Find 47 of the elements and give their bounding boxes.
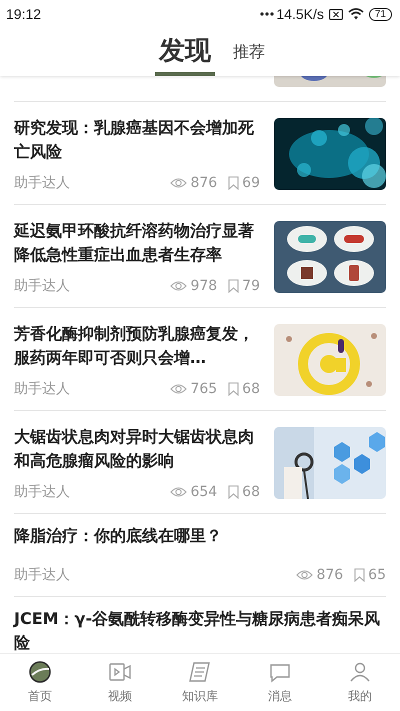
bookmark-count: 65 bbox=[368, 567, 386, 583]
book-icon[interactable] bbox=[188, 660, 212, 684]
no-sim-icon bbox=[328, 8, 343, 20]
tab[interactable]: 推荐 bbox=[233, 28, 265, 76]
bookmark-count: 68 bbox=[242, 484, 260, 500]
view-count: 876 bbox=[316, 567, 344, 583]
view-count: 876 bbox=[190, 175, 218, 191]
author-name: 助手达人 bbox=[14, 380, 70, 398]
bookmark-count: 69 bbox=[242, 175, 260, 191]
bookmark-icon bbox=[228, 485, 240, 499]
view-count: 978 bbox=[190, 278, 218, 294]
bookmark-icon bbox=[228, 382, 240, 396]
network-speed: 14.5K/s bbox=[276, 6, 324, 22]
person-icon[interactable] bbox=[348, 660, 372, 684]
tab[interactable]: 发现 bbox=[155, 28, 215, 76]
eye-icon bbox=[170, 280, 188, 292]
bookmark-icon bbox=[228, 176, 240, 190]
nav-label[interactable]: 知识库 bbox=[182, 688, 218, 705]
author-name: 助手达人 bbox=[14, 277, 70, 295]
bookmark-count: 79 bbox=[242, 278, 260, 294]
nav-label[interactable]: 消息 bbox=[268, 688, 292, 705]
battery-indicator: 71 bbox=[368, 8, 392, 20]
article-title[interactable]: 大锯齿状息肉对异时大锯齿状息肉和高危腺瘤风险的影响 bbox=[14, 425, 260, 473]
eye-icon bbox=[170, 486, 188, 498]
wifi-icon bbox=[348, 8, 364, 20]
author-name: 助手达人 bbox=[14, 566, 70, 584]
nav-label[interactable]: 首页 bbox=[28, 688, 52, 705]
eye-icon bbox=[170, 177, 188, 189]
article-title[interactable]: 研究发现：乳腺癌基因不会增加死亡风险 bbox=[14, 116, 260, 164]
status-time: 19:12 bbox=[6, 6, 42, 22]
article-title[interactable]: 延迟氨甲环酸抗纤溶药物治疗显著降低急性重症出血患者生存率 bbox=[14, 219, 260, 267]
eye-icon bbox=[170, 383, 188, 395]
article-title[interactable]: 芳香化酶抑制剂预防乳腺癌复发，服药两年即可否则只会增… bbox=[14, 322, 260, 370]
planet-icon[interactable] bbox=[28, 660, 52, 684]
author-name: 助手达人 bbox=[14, 483, 70, 501]
article-title[interactable]: JCEM：γ-谷氨酰转移酶变异性与糖尿病患者痴呆风险 bbox=[14, 607, 386, 653]
nav-label[interactable]: 视频 bbox=[108, 688, 132, 705]
eye-icon bbox=[296, 569, 314, 581]
bookmark-icon bbox=[354, 568, 366, 582]
bookmark-icon bbox=[228, 279, 240, 293]
bookmark-count: 68 bbox=[242, 381, 260, 397]
nav-label[interactable]: 我的 bbox=[348, 688, 372, 705]
signal-dots-icon bbox=[260, 12, 274, 16]
article-title[interactable]: 降脂治疗：你的底线在哪里？ bbox=[14, 524, 386, 548]
author-name: 助手达人 bbox=[14, 174, 70, 192]
view-count: 765 bbox=[190, 381, 218, 397]
view-count: 654 bbox=[190, 484, 218, 500]
